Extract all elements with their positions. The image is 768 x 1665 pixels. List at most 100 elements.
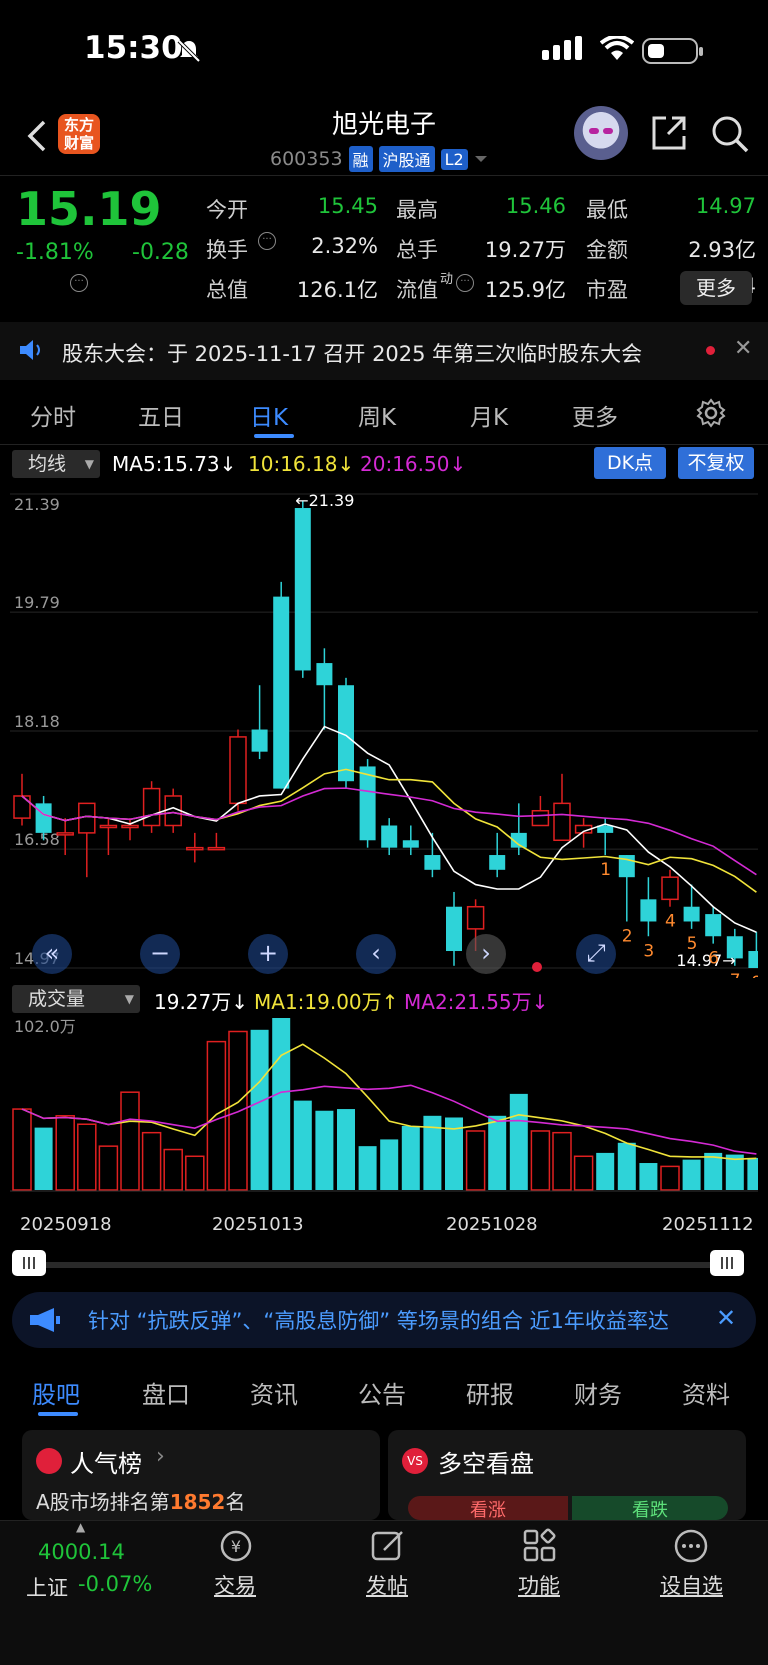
- notice-text[interactable]: 股东大会：于 2025-11-17 召开 2025 年第三次临时股东大会: [62, 338, 642, 368]
- index-name[interactable]: 上证: [26, 1572, 68, 1602]
- max-price-label: ←21.39: [295, 491, 354, 510]
- candle-body: [683, 906, 700, 922]
- candle-body: [35, 803, 52, 833]
- quote-value: 19.27万: [484, 238, 566, 262]
- tab-content[interactable]: 盘口: [142, 1375, 190, 1410]
- tab-content[interactable]: 股吧: [32, 1375, 80, 1410]
- bell-muted-icon: [177, 39, 201, 63]
- kline-chart[interactable]: 21.3919.7918.1816.5814.97←21.3914.97→123…: [10, 480, 758, 978]
- tab-content[interactable]: 公告: [358, 1375, 406, 1410]
- volume-bar: [639, 1163, 658, 1190]
- quote-value: 2.32%: [311, 234, 378, 258]
- tab-kline[interactable]: 月K: [470, 398, 508, 432]
- tag-connect: 沪股通: [378, 146, 435, 172]
- zoom-in-icon[interactable]: +: [248, 934, 288, 974]
- candle-body: [705, 914, 722, 937]
- change-amount: -0.28: [132, 240, 189, 265]
- volume-bar: [358, 1146, 377, 1190]
- tab-content[interactable]: 研报: [466, 1375, 514, 1410]
- volume-bar: [380, 1139, 399, 1190]
- candle-body: [294, 508, 311, 671]
- candle-body: [640, 899, 657, 922]
- candle-body: [446, 906, 462, 952]
- nav-add-watchlist[interactable]: 设自选: [660, 1570, 723, 1600]
- date-label: 20251028: [446, 1214, 538, 1235]
- wifi-icon: [600, 36, 634, 60]
- tab-content[interactable]: 资讯: [250, 1375, 298, 1410]
- search-icon[interactable]: [710, 114, 750, 154]
- tab-kline[interactable]: 周K: [358, 398, 396, 432]
- dk-point-button[interactable]: DK点: [594, 447, 666, 479]
- volume-bar: [315, 1110, 334, 1190]
- more-dots-icon[interactable]: [672, 1528, 710, 1564]
- bull-bear-title: 多空看盘: [438, 1450, 534, 1478]
- quote-value: 2.93亿: [688, 238, 756, 262]
- volume-dropdown[interactable]: 成交量 ▼: [12, 985, 140, 1013]
- fullscreen-icon[interactable]: ⤢: [576, 934, 616, 974]
- adjust-price-button[interactable]: 不复权: [678, 447, 754, 479]
- tag-l2: L2: [440, 148, 468, 170]
- nav-functions[interactable]: 功能: [518, 1570, 560, 1600]
- candle-body: [381, 825, 398, 848]
- promo-close-icon[interactable]: ✕: [716, 1304, 736, 1332]
- volume-y-label: 102.0万: [14, 1017, 76, 1036]
- quote-label: 最高: [396, 198, 438, 222]
- volume-bar: [704, 1152, 723, 1190]
- volume-bar: [228, 1030, 248, 1191]
- more-button[interactable]: 更多: [680, 271, 752, 305]
- index-value[interactable]: 4000.14: [38, 1540, 125, 1564]
- td-count-label: 8: [751, 973, 758, 978]
- candle-body: [359, 766, 376, 841]
- candle-body: [748, 951, 758, 968]
- info-icon[interactable]: ···: [258, 232, 276, 250]
- vs-icon: VS: [402, 1448, 428, 1474]
- assistant-robot-icon[interactable]: [574, 106, 628, 160]
- pan-left-fast-icon[interactable]: «: [32, 934, 72, 974]
- nav-post[interactable]: 发帖: [366, 1570, 408, 1600]
- td-count-label: 2: [622, 926, 633, 946]
- caret-down-icon: [474, 156, 487, 162]
- range-handle-left[interactable]: [12, 1250, 46, 1276]
- tab-kline[interactable]: 分时: [30, 398, 76, 432]
- index-change[interactable]: -0.07%: [78, 1572, 152, 1596]
- info-icon[interactable]: ···: [456, 274, 474, 292]
- range-handle-right[interactable]: [710, 1250, 744, 1276]
- volume-bar: [250, 1029, 269, 1190]
- svg-text:¥: ¥: [231, 1537, 241, 1556]
- notice-close-icon[interactable]: ✕: [734, 336, 752, 361]
- post-icon[interactable]: [370, 1528, 406, 1564]
- volume-bar: [488, 1115, 507, 1190]
- pan-right-icon[interactable]: ›: [466, 934, 506, 974]
- volume-bar: [617, 1142, 636, 1190]
- trade-icon[interactable]: ¥: [216, 1528, 256, 1564]
- settings-icon[interactable]: [696, 398, 726, 428]
- volume-bar: [573, 1155, 594, 1191]
- quote-value: 126.1亿: [296, 278, 378, 302]
- quote-label: 换手: [206, 238, 248, 262]
- share-icon[interactable]: [650, 114, 688, 152]
- tab-content[interactable]: 财务: [574, 1375, 622, 1410]
- volume-chart[interactable]: 102.0万: [10, 1014, 758, 1204]
- nav-trade[interactable]: 交易: [214, 1570, 256, 1600]
- pan-left-icon[interactable]: ‹: [356, 934, 396, 974]
- stock-code-row[interactable]: 600353 融 沪股通 L2: [270, 146, 488, 172]
- volume-bar: [293, 1100, 312, 1190]
- tab-kline[interactable]: 更多: [572, 398, 618, 432]
- info-icon[interactable]: ···: [70, 274, 88, 292]
- bull-button[interactable]: 看涨: [408, 1496, 568, 1520]
- quote-label: 流值: [396, 278, 438, 302]
- popularity-icon: [36, 1448, 62, 1474]
- promo-text[interactable]: 针对 “抗跌反弹”、“高股息防御” 等场景的组合 近1年收益率达: [88, 1305, 708, 1335]
- volume-bar: [120, 1091, 140, 1191]
- functions-icon[interactable]: [522, 1528, 558, 1564]
- zoom-out-icon[interactable]: −: [140, 934, 180, 974]
- range-slider-track[interactable]: [40, 1262, 730, 1268]
- tab-content[interactable]: 资料: [682, 1375, 730, 1410]
- ma10-label: 10:16.18↓: [248, 452, 355, 476]
- tab-kline[interactable]: 五日: [138, 398, 184, 432]
- indicator-dropdown[interactable]: 均线 ▼: [12, 450, 100, 478]
- tab-underline: [254, 434, 294, 438]
- bear-button[interactable]: 看跌: [572, 1496, 728, 1520]
- tab-kline[interactable]: 日K: [250, 398, 288, 432]
- caret-up-icon: ▲: [76, 1520, 86, 1534]
